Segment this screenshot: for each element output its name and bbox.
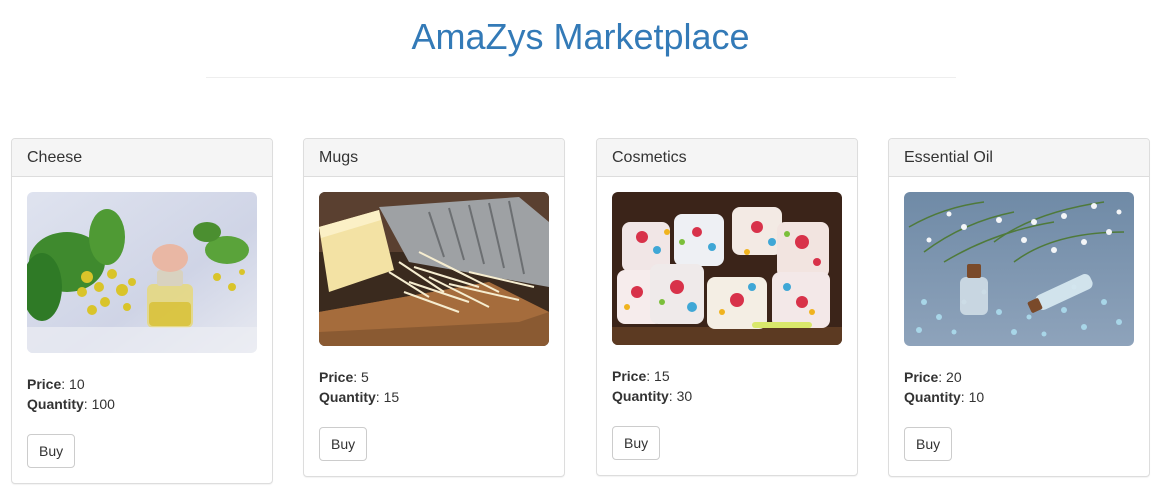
- price-value: 15: [654, 368, 670, 384]
- product-card-cosmetics: Cosmetics Price: 15 Quantity: 30 Buy: [596, 138, 858, 476]
- quantity-line: Quantity: 15: [319, 389, 400, 405]
- price-value: 10: [69, 376, 85, 392]
- buy-button[interactable]: Buy: [27, 434, 76, 468]
- price-value: 20: [946, 369, 962, 385]
- price-line: Price: 20: [904, 369, 962, 385]
- product-name: Cosmetics: [597, 139, 857, 177]
- product-card-cheese: Cheese Price: 10 Quantity: 100 Buy: [11, 138, 273, 484]
- price-line: Price: 5: [319, 369, 369, 385]
- product-name: Cheese: [12, 139, 272, 177]
- buy-button[interactable]: Buy: [319, 427, 368, 461]
- cheese-grater-image: [319, 192, 549, 346]
- quantity-value: 10: [968, 389, 985, 405]
- page-title: AmaZys Marketplace: [411, 16, 750, 57]
- essential-oil-flowers-image: [27, 192, 257, 353]
- quantity-line: Quantity: 30: [612, 388, 693, 404]
- product-card-mugs: Mugs Price: 5 Quantity: 15 Buy: [303, 138, 565, 477]
- product-card-essential-oil: Essential Oil Price: 20 Quantity: 10 Buy: [888, 138, 1150, 477]
- product-name: Mugs: [304, 139, 564, 177]
- buy-button[interactable]: Buy: [612, 426, 661, 460]
- quantity-line: Quantity: 100: [27, 396, 115, 412]
- price-line: Price: 10: [27, 376, 85, 392]
- quantity-value: 100: [91, 396, 115, 412]
- bath-salt-bottles-image: [904, 192, 1134, 346]
- quantity-value: 15: [383, 389, 400, 405]
- product-name: Essential Oil: [889, 139, 1149, 177]
- price-line: Price: 15: [612, 368, 670, 384]
- buy-button[interactable]: Buy: [904, 427, 953, 461]
- price-value: 5: [361, 369, 369, 385]
- title-divider: [206, 77, 956, 78]
- quantity-line: Quantity: 10: [904, 389, 985, 405]
- quantity-value: 30: [676, 388, 693, 404]
- floral-mugs-image: [612, 192, 842, 345]
